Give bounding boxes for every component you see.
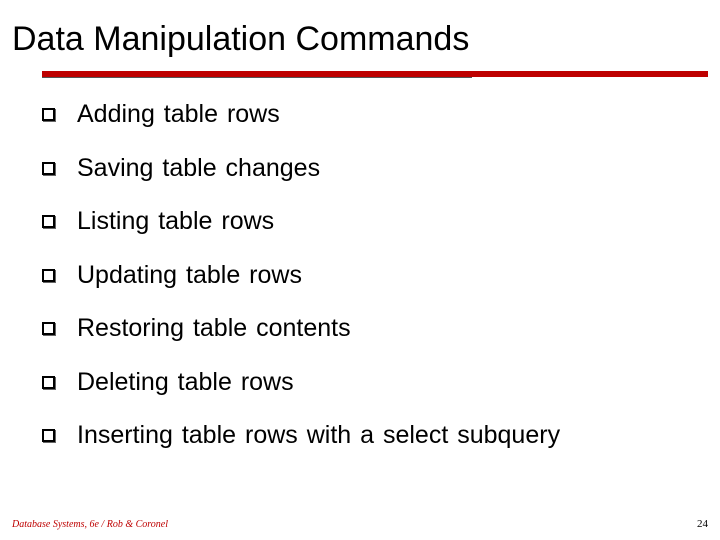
square-bullet-icon	[42, 108, 55, 121]
list-item: Adding table rows	[42, 101, 708, 129]
list-item: Saving table changes	[42, 155, 708, 183]
footer: Database Systems, 6e / Rob & Coronel 24	[12, 518, 708, 530]
rule-shadow	[42, 77, 472, 78]
list-item: Deleting table rows	[42, 369, 708, 397]
footer-page-number: 24	[697, 518, 708, 530]
bullet-text: Inserting table rows with a select subqu…	[77, 422, 560, 450]
list-item: Listing table rows	[42, 208, 708, 236]
bullet-text: Listing table rows	[77, 208, 274, 236]
square-bullet-icon	[42, 429, 55, 442]
bullet-text: Adding table rows	[77, 101, 280, 129]
bullet-text: Deleting table rows	[77, 369, 294, 397]
square-bullet-icon	[42, 322, 55, 335]
list-item: Updating table rows	[42, 262, 708, 290]
page-title: Data Manipulation Commands	[12, 20, 708, 59]
bullet-text: Saving table changes	[77, 155, 320, 183]
bullet-list: Adding table rows Saving table changes L…	[12, 101, 708, 450]
square-bullet-icon	[42, 269, 55, 282]
list-item: Inserting table rows with a select subqu…	[42, 422, 708, 450]
slide: Data Manipulation Commands Adding table …	[0, 0, 720, 540]
square-bullet-icon	[42, 376, 55, 389]
list-item: Restoring table contents	[42, 315, 708, 343]
title-rule	[12, 65, 708, 81]
bullet-text: Restoring table contents	[77, 315, 351, 343]
square-bullet-icon	[42, 215, 55, 228]
footer-source: Database Systems, 6e / Rob & Coronel	[12, 519, 168, 530]
square-bullet-icon	[42, 162, 55, 175]
bullet-text: Updating table rows	[77, 262, 302, 290]
